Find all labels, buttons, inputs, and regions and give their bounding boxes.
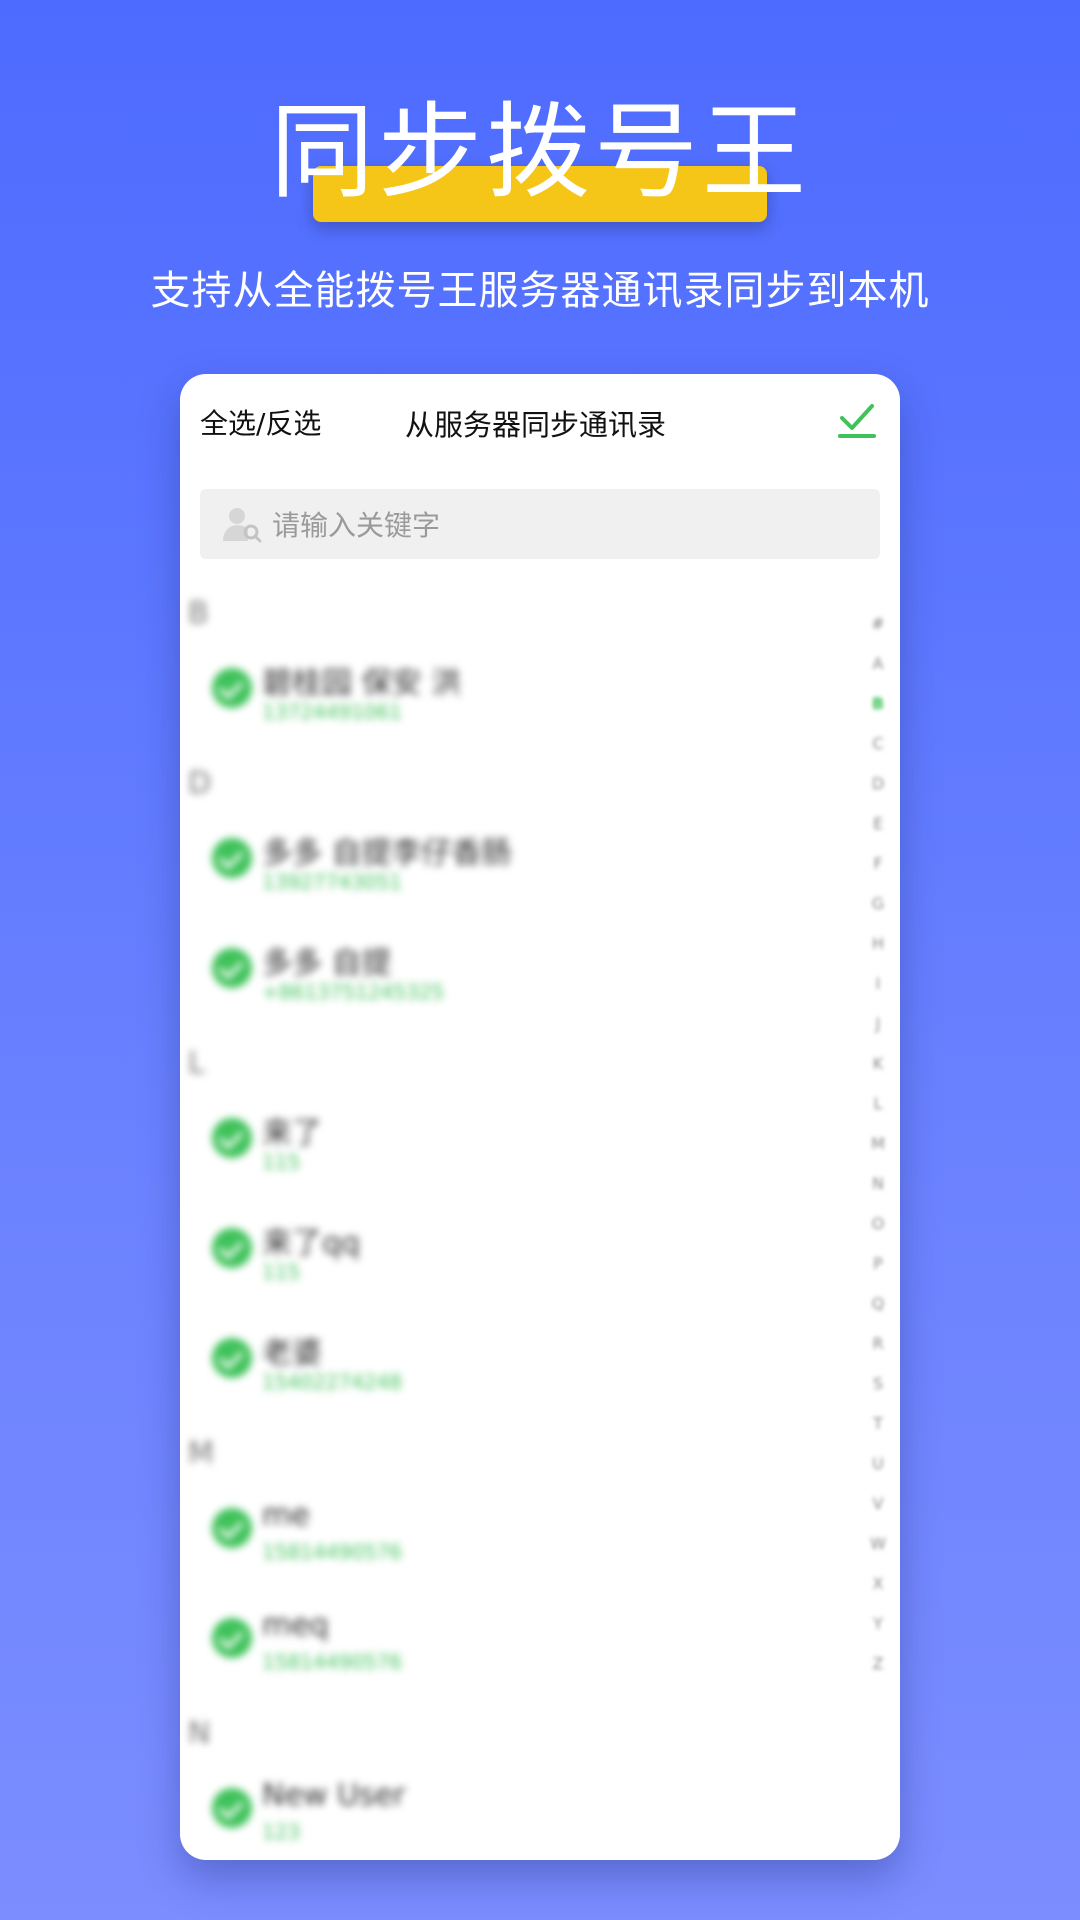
index-letter[interactable]: W [868,1524,888,1564]
contact-phone: 123 [262,1820,301,1844]
checked-circle-icon[interactable] [212,948,252,988]
checked-circle-icon[interactable] [212,838,252,878]
index-letter[interactable]: O [868,1204,888,1244]
index-letter[interactable]: C [868,724,888,764]
index-letter[interactable]: P [868,1244,888,1284]
hero-title: 同步拨号王 [269,91,810,213]
index-letter[interactable]: H [868,924,888,964]
contact-row[interactable]: 来了qq 115 [180,1204,860,1314]
checked-circle-icon[interactable] [212,1788,252,1828]
contact-phone: +8613751245325 [262,980,445,1004]
contact-row[interactable]: 老婆 15402274248 [180,1314,860,1424]
contact-name: 碧桂园 保安 洪 [262,666,462,701]
checked-circle-icon[interactable] [212,1618,252,1658]
select-all-button[interactable]: 全选/反选 [200,402,321,442]
contact-row[interactable]: 来了 115 [180,1094,860,1204]
index-letter[interactable]: G [868,884,888,924]
alphabet-index-bar[interactable]: # A B C D E F G H I J K L M N O P Q R S T U V W X Y Z [868,604,888,1684]
hero-title-area: 同步拨号王 [0,91,1080,222]
contact-row[interactable]: me 15814490576 [180,1484,860,1594]
contact-phone: 13927743051 [262,870,402,894]
contact-row[interactable]: 多多 自提李仔香肠 13927743051 [180,814,860,924]
section-header: D [188,766,212,801]
contact-phone: 13724491061 [262,700,402,724]
index-letter[interactable]: U [868,1444,888,1484]
index-letter[interactable]: D [868,764,888,804]
search-box[interactable] [200,489,880,561]
section-header: B [188,596,209,631]
phone-screen: 全选/反选 从服务器同步通讯录 B碧桂园 保安 洪13724491061D多多 … [180,374,900,1860]
index-letter[interactable]: S [868,1364,888,1404]
index-letter[interactable]: K [868,1044,888,1084]
search-input[interactable] [270,489,864,561]
index-letter[interactable]: J [868,1004,888,1044]
contact-name: me [262,1498,310,1533]
index-letter[interactable]: R [868,1324,888,1364]
index-letter[interactable]: E [868,804,888,844]
contact-row[interactable]: 碧桂园 保安 洪 13724491061 [180,644,860,754]
index-letter[interactable]: I [868,964,888,1004]
index-letter[interactable]: Z [868,1644,888,1684]
contact-search-icon [223,508,262,543]
top-bar: 全选/反选 从服务器同步通讯录 [180,374,900,474]
contact-name: 来了qq [262,1226,361,1261]
contact-row[interactable]: meq 15814490576 [180,1594,860,1704]
contact-phone: 15814490576 [262,1540,402,1564]
contact-phone: 115 [262,1150,301,1174]
section-header: M [188,1436,214,1471]
index-letter[interactable]: T [868,1404,888,1444]
contact-name: 来了 [262,1116,322,1151]
contact-name: 老婆 [262,1336,322,1371]
index-letter[interactable]: X [868,1564,888,1604]
checked-circle-icon[interactable] [212,1228,252,1268]
checked-circle-icon[interactable] [212,1508,252,1548]
contact-name: 多多 自提李仔香肠 [262,836,512,871]
index-letter[interactable]: A [868,644,888,684]
contact-name: meq [262,1608,329,1643]
contact-name: New User [262,1778,406,1813]
hero-subtitle: 支持从全能拨号王服务器通讯录同步到本机 [150,268,930,314]
page-title: 从服务器同步通讯录 [405,408,667,442]
checkmark-icon[interactable] [836,398,878,440]
section-header: N [188,1716,211,1751]
contact-row[interactable]: New User 123 [180,1764,860,1860]
checked-circle-icon[interactable] [212,1118,252,1158]
checked-circle-icon[interactable] [212,1338,252,1378]
index-letter[interactable]: N [868,1164,888,1204]
contact-name: 多多 自提 [262,946,392,981]
index-letter[interactable]: F [868,844,888,884]
index-letter[interactable]: B [868,684,888,724]
checked-circle-icon[interactable] [212,668,252,708]
index-letter[interactable]: # [868,604,888,644]
contact-phone: 115 [262,1260,301,1284]
contact-phone: 15814490576 [262,1650,402,1674]
index-letter[interactable]: Y [868,1604,888,1644]
index-letter[interactable]: V [868,1484,888,1524]
index-letter[interactable]: Q [868,1284,888,1324]
contact-list: B 碧桂园 保安 洪 13724491061 D 多多 自提李仔香肠 1392774305… [180,584,860,1860]
contact-phone: 15402274248 [262,1370,402,1394]
index-letter[interactable]: L [868,1084,888,1124]
contact-row[interactable]: 多多 自提 +8613751245325 [180,924,860,1034]
index-letter[interactable]: M [868,1124,888,1164]
section-header: L [188,1046,205,1081]
